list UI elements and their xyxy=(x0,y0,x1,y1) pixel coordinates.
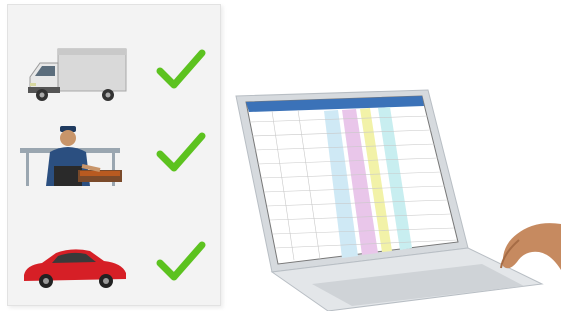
truck-icon xyxy=(28,48,127,101)
checklist-panel xyxy=(7,4,221,306)
checklist-item-chef xyxy=(8,118,220,198)
hand-illustration xyxy=(500,223,561,270)
checkmark-icon xyxy=(156,241,206,281)
car-icon xyxy=(24,249,126,288)
checkmark-icon xyxy=(156,132,206,172)
checklist-item-car xyxy=(8,227,220,307)
checkmark-icon xyxy=(156,49,206,89)
chef-icon xyxy=(20,126,122,186)
checklist-item-truck xyxy=(8,35,220,115)
